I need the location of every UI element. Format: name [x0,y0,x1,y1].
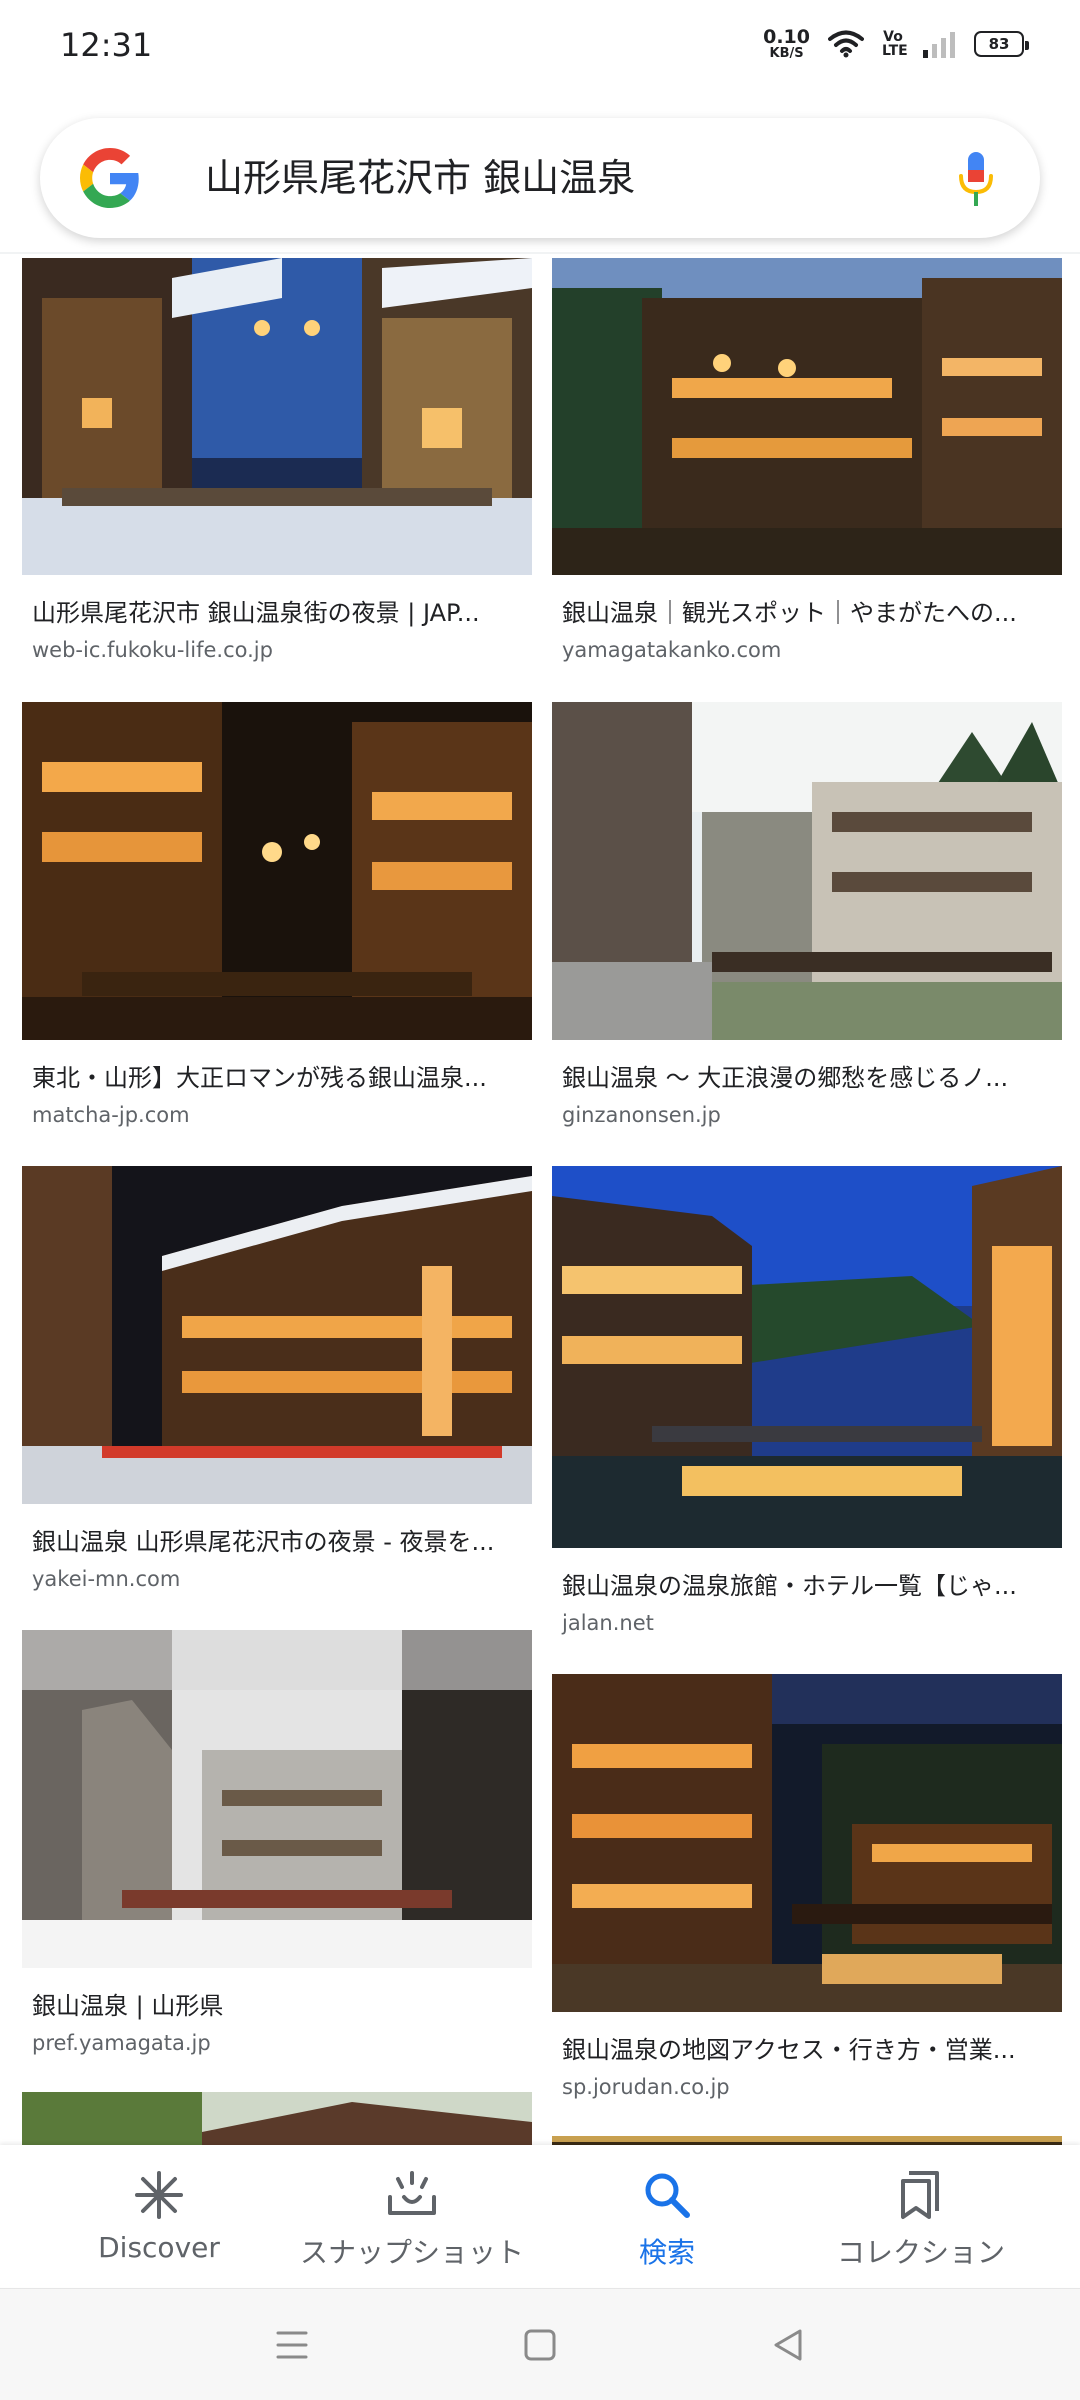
back-icon[interactable] [758,2315,818,2375]
nav-item-collections[interactable]: コレクション [786,2145,1056,2287]
result-source: yamagatakanko.com [562,638,782,662]
microphone-icon[interactable] [956,150,996,208]
image-result-card[interactable]: 銀山温泉 〜 大正浪漫の郷愁を感じるノ... ginzanonsen.jp [552,702,1062,1127]
google-logo-icon [80,148,139,208]
result-title[interactable]: 山形県尾花沢市 銀山温泉街の夜景 | JAP... [22,593,532,628]
image-result-card[interactable]: 銀山温泉 山形県尾花沢市の夜景 - 夜景を... yakei-mn.com [22,1166,532,1591]
image-thumbnail[interactable] [22,1630,532,1968]
result-title[interactable]: 銀山温泉の温泉旅館・ホテル一覧【じゃ... [552,1566,1062,1601]
image-result-card[interactable]: 銀山温泉の温泉旅館・ホテル一覧【じゃ... jalan.net [552,1166,1062,1635]
nav-item-search[interactable]: 検索 [532,2145,802,2287]
image-result-card[interactable]: 東北・山形】大正ロマンが残る銀山温泉... matcha-jp.com [22,702,532,1127]
result-source: jalan.net [562,1611,654,1635]
search-query[interactable]: 山形県尾花沢市 銀山温泉 [205,118,635,238]
image-result-card[interactable]: 銀山温泉 | 山形県 pref.yamagata.jp [22,1630,532,2055]
result-title[interactable]: 銀山温泉 | 山形県 [22,1986,532,2021]
network-speed: 0.10 KB/S [763,26,810,61]
system-navigation-bar [0,2288,1080,2400]
nav-label-discover: Discover [98,2231,220,2264]
asterisk-icon [135,2171,183,2219]
image-thumbnail[interactable] [552,702,1062,1040]
status-bar: 12:31 0.10 KB/S Vo LTE 83 [0,0,1080,96]
result-title[interactable]: 銀山温泉の地図アクセス・行き方・営業... [552,2030,1062,2065]
result-title[interactable]: 東北・山形】大正ロマンが残る銀山温泉... [22,1058,532,1093]
nav-label-collections: コレクション [836,2236,1005,2269]
wifi-icon [828,30,864,58]
collections-icon [901,2171,939,2219]
nav-item-snapshot[interactable]: スナップショット [277,2145,547,2287]
result-title[interactable]: 銀山温泉｜観光スポット｜やまがたへの... [552,593,1062,628]
image-results-grid[interactable]: 山形県尾花沢市 銀山温泉街の夜景 | JAP... web-ic.fukoku-… [0,258,1080,2145]
header-divider [0,252,1080,254]
result-source: matcha-jp.com [32,1103,190,1127]
image-thumbnail[interactable] [552,1674,1062,2012]
signal-icon [923,32,955,58]
snapshot-icon [388,2171,436,2215]
image-result-card[interactable] [22,2092,532,2145]
result-source: pref.yamagata.jp [32,2031,211,2055]
nav-item-discover[interactable]: Discover [24,2145,294,2287]
bottom-navigation: Discover スナップショット 検索 コレクション [0,2145,1080,2287]
image-thumbnail[interactable] [552,1166,1062,1548]
image-thumbnail[interactable] [22,1166,532,1504]
search-bar[interactable]: 山形県尾花沢市 銀山温泉 [40,118,1040,238]
image-thumbnail[interactable] [22,258,532,575]
status-icons: 0.10 KB/S Vo LTE 83 [763,26,1029,61]
battery-icon: 83 [974,31,1029,57]
image-thumbnail[interactable] [552,2136,1062,2145]
recent-apps-icon[interactable] [262,2315,322,2375]
result-source: sp.jorudan.co.jp [562,2075,730,2099]
search-icon [645,2173,690,2218]
image-result-card[interactable]: 銀山温泉｜観光スポット｜やまがたへの... yamagatakanko.com [552,258,1062,662]
result-title[interactable]: 銀山温泉 山形県尾花沢市の夜景 - 夜景を... [22,1522,532,1557]
image-thumbnail[interactable] [552,258,1062,575]
image-thumbnail[interactable] [22,702,532,1040]
image-thumbnail[interactable] [22,2092,532,2145]
volte-indicator: Vo LTE [882,29,908,59]
status-time: 12:31 [60,26,153,64]
home-icon[interactable] [510,2315,570,2375]
network-speed-value: 0.10 [763,26,810,48]
network-speed-unit: KB/S [769,46,804,61]
image-result-card[interactable]: 銀山温泉の地図アクセス・行き方・営業... sp.jorudan.co.jp [552,1674,1062,2099]
nav-label-search: 検索 [638,2236,695,2269]
nav-label-snapshot: スナップショット [299,2236,524,2269]
result-source: yakei-mn.com [32,1567,181,1591]
result-title[interactable]: 銀山温泉 〜 大正浪漫の郷愁を感じるノ... [552,1058,1062,1093]
image-result-card[interactable] [552,2136,1062,2145]
result-source: web-ic.fukoku-life.co.jp [32,638,273,662]
image-result-card[interactable]: 山形県尾花沢市 銀山温泉街の夜景 | JAP... web-ic.fukoku-… [22,258,532,662]
result-source: ginzanonsen.jp [562,1103,721,1127]
